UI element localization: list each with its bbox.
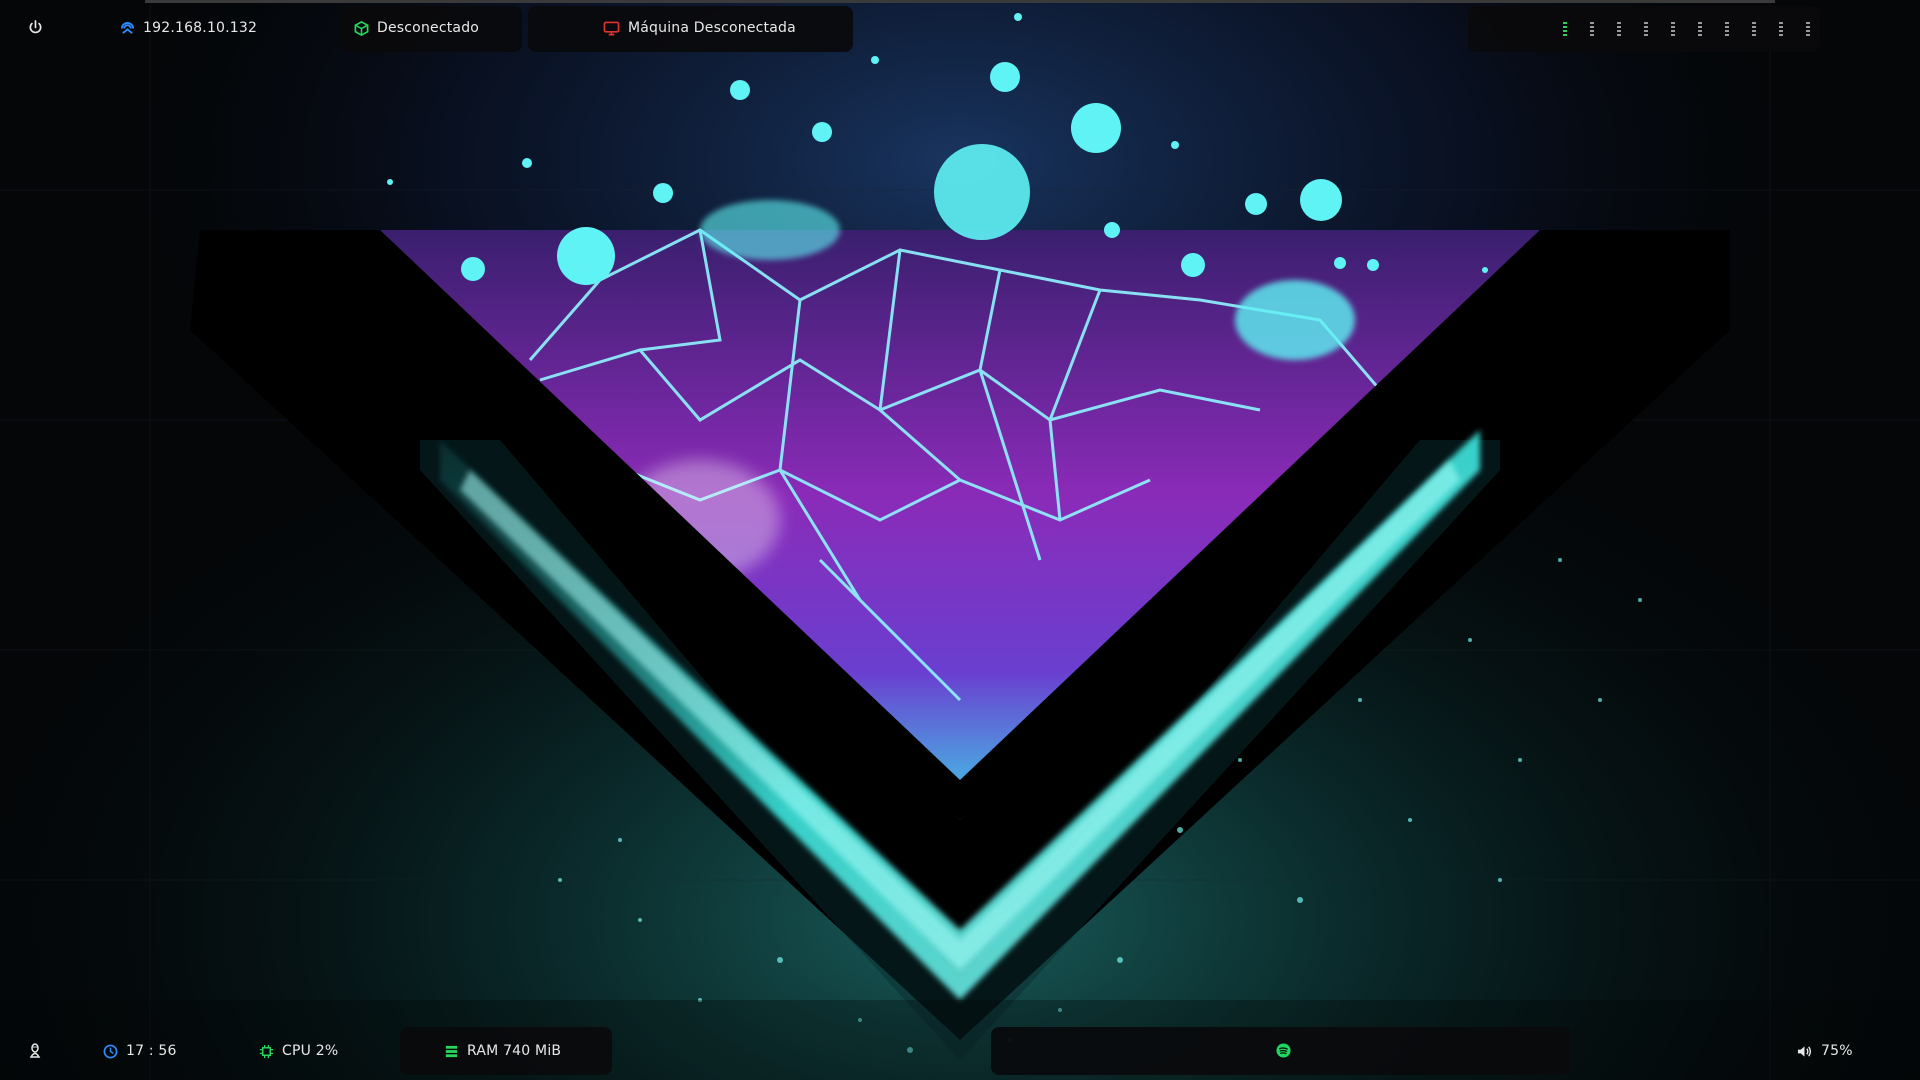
desktop-wallpaper [0, 0, 1920, 1080]
workspace-indicator[interactable] [1644, 22, 1648, 36]
cpu-icon [259, 1044, 274, 1059]
workspace-indicator[interactable] [1671, 22, 1675, 36]
cube-icon [354, 20, 369, 36]
clock-module[interactable]: 17 : 56 [103, 1043, 177, 1059]
workspace-indicator[interactable] [1617, 22, 1621, 36]
clock-icon [103, 1044, 118, 1059]
volume-text: 75% [1821, 1043, 1853, 1059]
power-button[interactable] [28, 20, 43, 35]
linux-menu-button[interactable] [28, 1043, 42, 1059]
workspace-indicator[interactable] [1752, 22, 1756, 36]
ip-address-module[interactable]: 192.168.10.132 [120, 20, 257, 36]
vpn-status-text: Desconectado [377, 20, 480, 36]
spotify-module[interactable] [1276, 1043, 1291, 1058]
workspace-indicator[interactable] [1779, 22, 1783, 36]
tux-icon [28, 1043, 42, 1059]
volume-module[interactable]: 75% [1796, 1043, 1853, 1059]
monitor-icon [603, 21, 620, 36]
vpn-status-module[interactable]: Desconectado [354, 20, 479, 36]
ram-module[interactable]: RAM 740 MiB [444, 1043, 561, 1059]
target-status-text: Máquina Desconectada [628, 20, 796, 36]
workspace-indicator[interactable] [1590, 22, 1594, 36]
workspace-indicator[interactable] [1725, 22, 1729, 36]
network-icon [120, 21, 135, 36]
ip-address-text: 192.168.10.132 [143, 20, 258, 36]
workspace-indicator[interactable] [1806, 22, 1810, 36]
workspace-indicator[interactable] [1698, 22, 1702, 36]
workspace-indicator[interactable] [1563, 22, 1567, 36]
power-icon [28, 20, 43, 35]
spotify-icon [1276, 1043, 1291, 1058]
cpu-module[interactable]: CPU 2% [259, 1043, 338, 1059]
top-border-line [145, 0, 1775, 3]
cpu-text: CPU 2% [282, 1043, 339, 1059]
clock-text: 17 : 56 [126, 1043, 177, 1059]
ram-text: RAM 740 MiB [467, 1043, 562, 1059]
volume-icon [1796, 1044, 1813, 1059]
target-status-module[interactable]: Máquina Desconectada [603, 20, 796, 36]
memory-icon [444, 1044, 459, 1059]
